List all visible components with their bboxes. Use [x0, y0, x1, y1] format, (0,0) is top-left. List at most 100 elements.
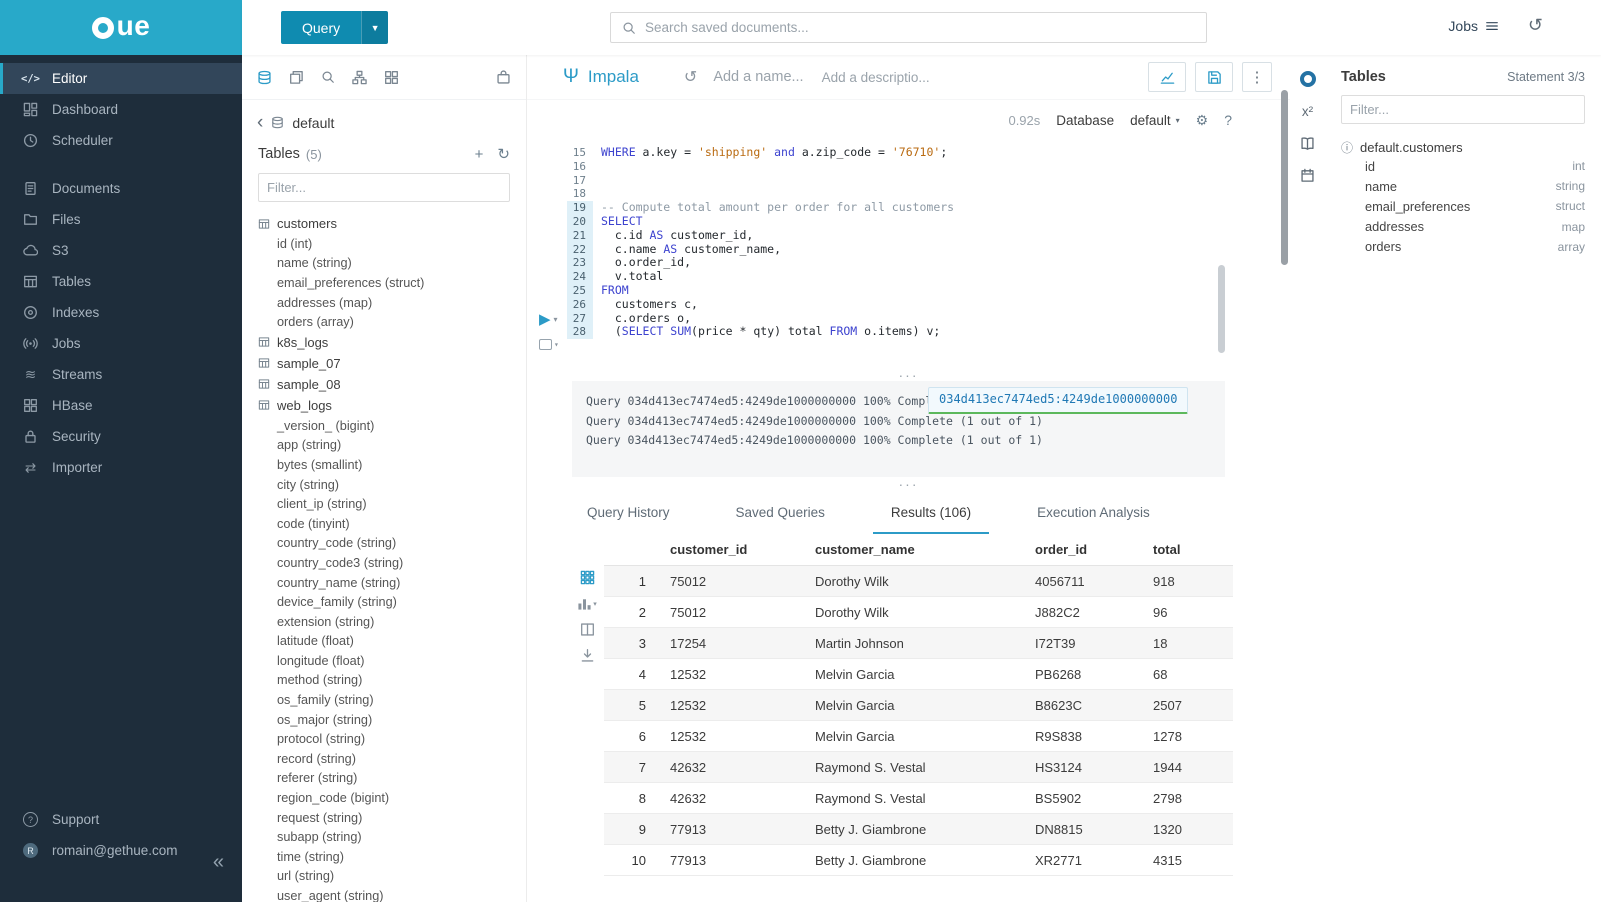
grid-icon[interactable] [580, 570, 595, 585]
jobs-link[interactable]: Jobs [1448, 18, 1499, 34]
apps-icon[interactable] [384, 70, 399, 85]
assist-column[interactable]: app (string) [242, 436, 526, 456]
assist-column[interactable]: client_ip (string) [242, 494, 526, 514]
assist-column[interactable]: device_family (string) [242, 592, 526, 612]
page-scrollbar[interactable] [1281, 90, 1288, 265]
sidebar-item-scheduler[interactable]: Scheduler [0, 125, 242, 156]
assist-column[interactable]: latitude (float) [242, 632, 526, 652]
column-id[interactable]: idint [1341, 156, 1585, 176]
assist-column[interactable]: city (string) [242, 475, 526, 495]
result-row[interactable]: 175012Dorothy Wilk4056711918 [604, 566, 1233, 597]
code-editor[interactable]: 15WHERE a.key = 'shipping' and a.zip_cod… [527, 140, 1290, 368]
result-row[interactable]: 512532Melvin GarciaB8623C2507 [604, 690, 1233, 721]
result-row[interactable]: 842632Raymond S. VestalBS59022798 [604, 783, 1233, 814]
column-header[interactable]: customer_name [807, 534, 1027, 566]
sitemap-icon[interactable] [352, 70, 367, 85]
code-line-17[interactable]: 17 [527, 174, 1290, 188]
assist-column[interactable]: country_code (string) [242, 534, 526, 554]
column-header[interactable]: order_id [1027, 534, 1145, 566]
column-header[interactable]: customer_id [662, 534, 807, 566]
tab-execution-analysis[interactable]: Execution Analysis [1019, 505, 1168, 534]
new-query-button[interactable]: Query ▼ [281, 11, 388, 44]
assist-column[interactable]: user_agent (string) [242, 886, 526, 902]
sidebar-item-security[interactable]: Security [0, 421, 242, 452]
sidebar-item-files[interactable]: Files [0, 204, 242, 235]
refresh-icon[interactable]: ↻ [497, 145, 510, 163]
schedule-icon[interactable] [1300, 168, 1315, 183]
assist-column[interactable]: protocol (string) [242, 729, 526, 749]
active-table[interactable]: ⓘ default.customers [1341, 139, 1585, 156]
back-icon[interactable]: ‹ [257, 113, 263, 132]
sidebar-item-streams[interactable]: ≋Streams [0, 359, 242, 390]
code-line-18[interactable]: 18 [527, 187, 1290, 201]
assist-column[interactable]: code (tinyint) [242, 514, 526, 534]
code-line-26[interactable]: 26 customers c, [527, 298, 1290, 312]
table-filter-input[interactable] [258, 173, 510, 202]
column-addresses[interactable]: addressesmap [1341, 217, 1585, 237]
assist-column[interactable]: country_code3 (string) [242, 553, 526, 573]
assist-column[interactable]: time (string) [242, 847, 526, 867]
query-history-icon[interactable]: ↺ [684, 67, 697, 87]
settings-gear-icon[interactable]: ⚙ [1196, 112, 1209, 129]
assist-column[interactable]: orders (array) [242, 312, 526, 332]
result-row[interactable]: 977913Betty J. GiambroneDN88151320 [604, 814, 1233, 845]
assist-column[interactable]: name (string) [242, 254, 526, 274]
assist-column[interactable]: addresses (map) [242, 293, 526, 313]
code-line-19[interactable]: 19-- Compute total amount per order for … [527, 201, 1290, 215]
assist-table-web-logs[interactable]: web_logs [242, 395, 526, 416]
language-reference-icon[interactable] [1300, 136, 1315, 151]
assist-column[interactable]: url (string) [242, 867, 526, 887]
sidebar-item-hbase[interactable]: HBase [0, 390, 242, 421]
column-orders[interactable]: ordersarray [1341, 237, 1585, 257]
result-row[interactable]: 612532Melvin GarciaR9S8381278 [604, 721, 1233, 752]
sidebar-item-documents[interactable]: Documents [0, 173, 242, 204]
history-icon[interactable]: ↺ [1528, 15, 1543, 36]
hue-logo[interactable]: ue [0, 0, 242, 55]
result-row[interactable]: 1077913Betty J. GiambroneXR27714315 [604, 845, 1233, 876]
code-line-23[interactable]: 23 o.order_id, [527, 256, 1290, 270]
assist-column[interactable]: referer (string) [242, 769, 526, 789]
code-line-16[interactable]: 16 [527, 160, 1290, 174]
assist-column[interactable]: extension (string) [242, 612, 526, 632]
chevron-down-icon[interactable]: ▾ [554, 315, 558, 324]
code-line-22[interactable]: 22 c.name AS customer_name, [527, 243, 1290, 257]
sidebar-item-dashboard[interactable]: Dashboard [0, 94, 242, 125]
assist-table-sample-07[interactable]: sample_07 [242, 353, 526, 374]
sidebar-item-jobs[interactable]: Jobs [0, 328, 242, 359]
databases-icon[interactable] [257, 70, 272, 85]
assist-column[interactable]: os_major (string) [242, 710, 526, 730]
columns-icon[interactable] [580, 622, 595, 637]
assist-column[interactable]: subapp (string) [242, 827, 526, 847]
query-id-tooltip[interactable]: 034d413ec7474ed5:4249de1000000000 [928, 387, 1188, 414]
result-row[interactable]: 742632Raymond S. VestalHS31241944 [604, 752, 1233, 783]
code-line-27[interactable]: 27 c.orders o, [527, 312, 1290, 326]
chevron-down-icon[interactable]: ▼ [361, 11, 388, 44]
column-name[interactable]: namestring [1341, 176, 1585, 196]
assist-column[interactable]: bytes (smallint) [242, 455, 526, 475]
assist-table-k8s-logs[interactable]: k8s_logs [242, 332, 526, 353]
result-row[interactable]: 317254Martin JohnsonI72T3918 [604, 628, 1233, 659]
assist-column[interactable]: os_family (string) [242, 690, 526, 710]
documents-copy-icon[interactable] [289, 70, 304, 85]
functions-icon[interactable]: x² [1302, 104, 1313, 119]
bag-icon[interactable] [496, 70, 511, 85]
help-icon[interactable]: ? [1224, 112, 1232, 128]
result-row[interactable]: 412532Melvin GarciaPB626868 [604, 659, 1233, 690]
engine-selector[interactable]: Ψ Impala [563, 66, 639, 88]
sidebar-collapse-button[interactable]: « [213, 851, 224, 874]
sidebar-item-editor[interactable]: </>Editor [0, 63, 242, 94]
add-icon[interactable]: + [475, 146, 484, 163]
assist-column[interactable]: _version_ (bigint) [242, 416, 526, 436]
assist-column[interactable]: id (int) [242, 234, 526, 254]
code-line-28[interactable]: 28 (SELECT SUM(price * qty) total FROM o… [527, 325, 1290, 339]
query-description-input[interactable]: Add a descriptio... [822, 70, 930, 85]
breadcrumb-database[interactable]: default [292, 115, 334, 131]
assist-column[interactable]: method (string) [242, 671, 526, 691]
column-email-preferences[interactable]: email_preferencesstruct [1341, 196, 1585, 216]
editor-options-button[interactable]: ▾ [539, 339, 559, 350]
save-button[interactable] [1195, 62, 1233, 92]
query-name-input[interactable]: Add a name... [713, 69, 803, 85]
chart-settings-button[interactable] [1148, 62, 1186, 92]
code-line-21[interactable]: 21 c.id AS customer_id, [527, 229, 1290, 243]
more-actions-button[interactable]: ⋮ [1242, 62, 1272, 92]
